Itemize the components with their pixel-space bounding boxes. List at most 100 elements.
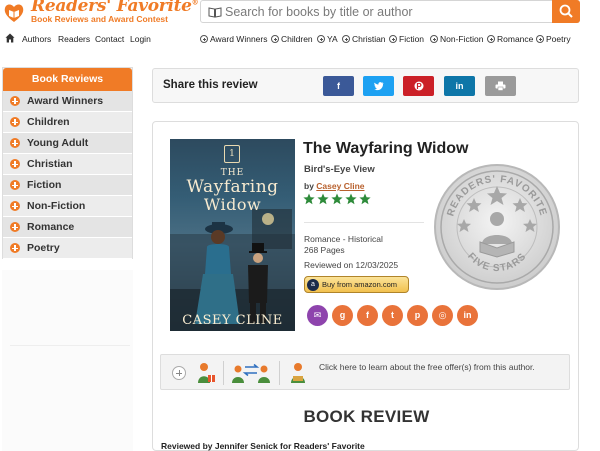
plus-circle-icon (342, 35, 350, 43)
plus-icon (10, 222, 20, 232)
sidebar-item-fiction[interactable]: Fiction (3, 175, 132, 196)
print-icon (495, 81, 506, 91)
star-icon (345, 193, 357, 205)
book-review-card: 1 THE Wayfaring Widow CASEY CLINE The Wa… (152, 121, 579, 451)
linkedin-icon[interactable]: in (457, 305, 478, 326)
genre-link-non-fiction[interactable]: Non-Fiction (430, 34, 483, 44)
star-icon (331, 193, 343, 205)
book-title: The Wayfaring Widow (303, 140, 469, 157)
divider (10, 345, 130, 346)
expand-plus-icon[interactable] (172, 366, 186, 380)
sidebar-item-non-fiction[interactable]: Non-Fiction (3, 196, 132, 217)
pinterest-icon[interactable]: p (407, 305, 428, 326)
share-twitter-button[interactable] (363, 76, 394, 96)
plus-circle-icon (317, 35, 325, 43)
reader-book-icon (291, 363, 305, 383)
sidebar-item-award-winners[interactable]: Award Winners (3, 91, 132, 112)
heart-book-logo-icon (4, 4, 24, 22)
share-panel: Share this review f P in (152, 68, 579, 103)
share-pinterest-button[interactable]: P (403, 76, 434, 96)
plus-circle-icon (271, 35, 279, 43)
book-review-heading: BOOK REVIEW (303, 407, 430, 426)
share-title: Share this review (163, 79, 258, 91)
review-date: Reviewed on 12/03/2025 (304, 260, 399, 270)
nav-contact[interactable]: Contact (95, 34, 124, 44)
divider (223, 361, 224, 385)
divider (279, 361, 280, 385)
twitter-icon[interactable]: t (382, 305, 403, 326)
cover-man-figure (248, 243, 268, 323)
book-icon (208, 7, 222, 18)
sidebar-faded-panel (2, 270, 133, 451)
search-input[interactable] (225, 2, 545, 22)
five-stars-seal-icon: READERS' FAVORITE FIVE STARS (434, 164, 560, 290)
nav-readers[interactable]: Readers (58, 34, 90, 44)
instagram-icon[interactable]: ◎ (432, 305, 453, 326)
facebook-icon[interactable]: f (357, 305, 378, 326)
plus-circle-icon (389, 35, 397, 43)
free-offers-bar[interactable]: Click here to learn about the free offer… (160, 354, 570, 390)
nav-login[interactable]: Login (130, 34, 151, 44)
plus-icon (10, 117, 20, 127)
site-logo[interactable]: Readers' Favorite® Book Reviews and Awar… (3, 0, 199, 28)
star-icon (317, 193, 329, 205)
plus-circle-icon (536, 35, 544, 43)
genre-link-christian[interactable]: Christian (342, 34, 386, 44)
plus-icon (10, 138, 20, 148)
plus-circle-icon (487, 35, 495, 43)
plus-icon (10, 180, 20, 190)
offers-text: Click here to learn about the free offer… (319, 362, 535, 372)
genre-link-fiction[interactable]: Fiction (389, 34, 424, 44)
pinterest-icon: P (414, 81, 423, 91)
plus-icon (10, 243, 20, 253)
star-icon (303, 193, 315, 205)
share-linkedin-button[interactable]: in (444, 76, 475, 96)
sidebar-item-christian[interactable]: Christian (3, 154, 132, 175)
facebook-icon: f (337, 81, 340, 91)
plus-icon (10, 159, 20, 169)
genre-link-ya[interactable]: YA (317, 34, 338, 44)
share-facebook-button[interactable]: f (323, 76, 354, 96)
plus-circle-icon (430, 35, 438, 43)
search-button[interactable] (552, 0, 580, 23)
search-bar (200, 0, 580, 23)
email-icon[interactable]: ✉ (307, 305, 328, 326)
sidebar-item-romance[interactable]: Romance (3, 217, 132, 238)
plus-circle-icon (200, 35, 208, 43)
logo-subtitle: Book Reviews and Award Contest (31, 14, 168, 24)
cover-title-line2: Widow (203, 195, 262, 214)
reader-gift-icon (198, 363, 215, 383)
amazon-cart-icon: a (307, 278, 319, 291)
plus-icon (10, 96, 20, 106)
cover-woman-figure (195, 222, 240, 324)
sidebar-list: Award Winners Children Young Adult Chris… (3, 91, 132, 259)
linkedin-icon: in (455, 81, 464, 91)
share-print-button[interactable] (485, 76, 516, 96)
goodreads-icon[interactable]: g (332, 305, 353, 326)
search-icon (559, 4, 573, 18)
cover-title-line1: Wayfaring (186, 177, 279, 197)
nav-authors[interactable]: Authors (22, 34, 51, 44)
genre-link-poetry[interactable]: Poetry (536, 34, 571, 44)
twitter-icon (373, 82, 383, 91)
sidebar-item-poetry[interactable]: Poetry (3, 238, 132, 259)
sidebar: Book Reviews Award Winners Children Youn… (2, 67, 133, 259)
genre-link-romance[interactable]: Romance (487, 34, 533, 44)
cover-author: CASEY CLINE (182, 313, 283, 328)
genre-link-children[interactable]: Children (271, 34, 313, 44)
buy-amazon-button[interactable]: a Buy from amazon.com (304, 276, 409, 293)
site-header: Readers' Favorite® Book Reviews and Awar… (0, 0, 600, 30)
top-nav: Authors Readers Contact Login Award Winn… (0, 31, 600, 47)
genre-link-award-winners[interactable]: Award Winners (200, 34, 267, 44)
sidebar-item-young-adult[interactable]: Young Adult (3, 133, 132, 154)
home-icon[interactable] (5, 33, 15, 43)
svg-text:P: P (416, 82, 422, 91)
rating-stars (303, 193, 371, 205)
book-cover-image[interactable]: 1 THE Wayfaring Widow CASEY CLINE (170, 139, 295, 331)
exchange-readers-icon (232, 363, 270, 383)
reviewer-credit: Reviewed by Jennifer Senick for Readers'… (161, 441, 365, 451)
author-link[interactable]: Casey Cline (316, 181, 364, 191)
book-author-line: by Casey Cline (304, 181, 365, 191)
sidebar-heading[interactable]: Book Reviews (3, 68, 132, 91)
sidebar-item-children[interactable]: Children (3, 112, 132, 133)
